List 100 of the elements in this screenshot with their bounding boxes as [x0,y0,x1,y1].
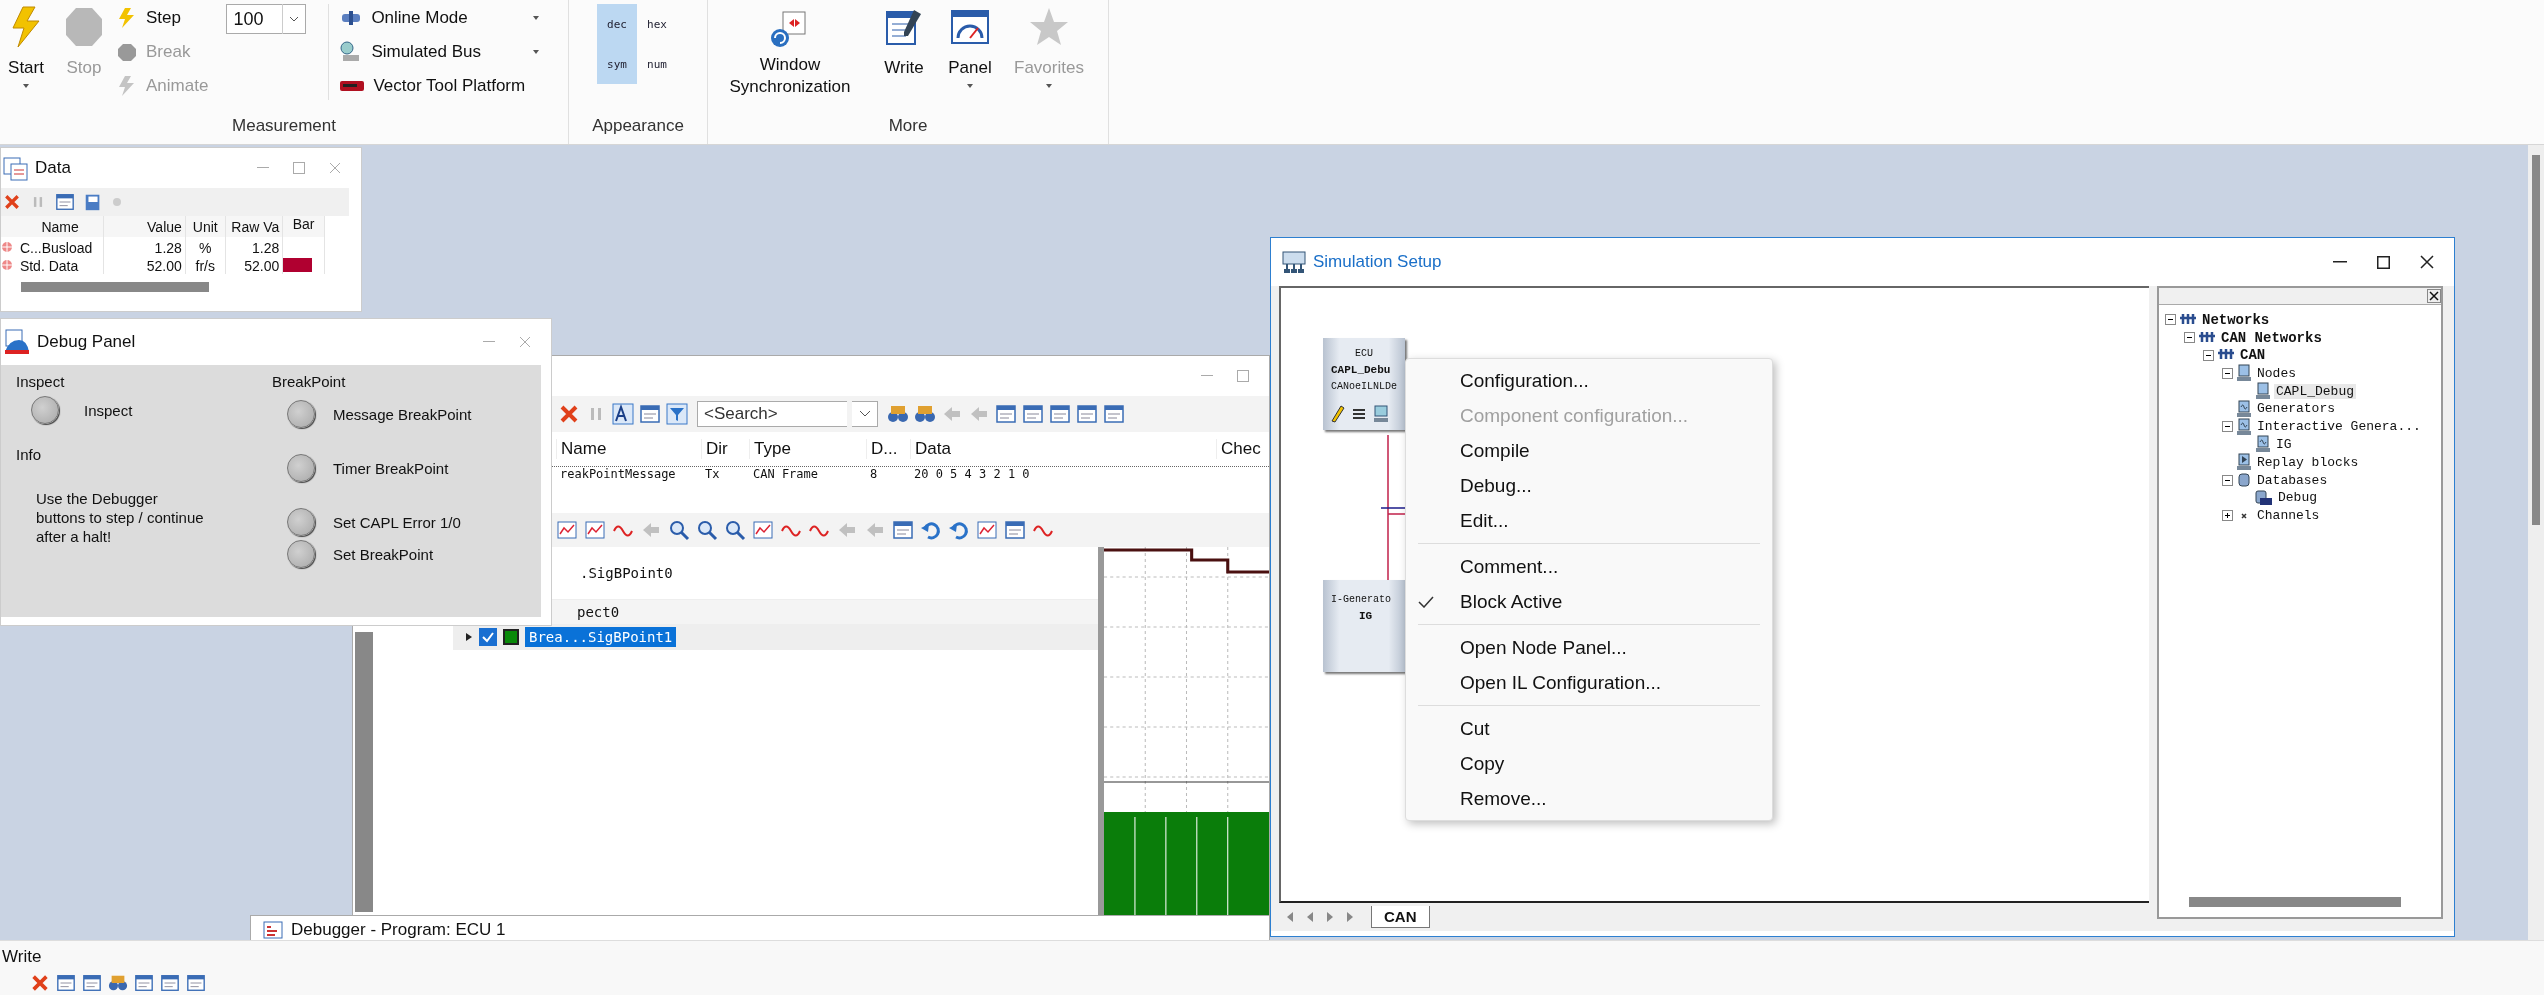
nav-arrow-icon[interactable] [1305,911,1315,923]
format-toggle[interactable]: sym [597,44,637,84]
chart-icon[interactable] [752,519,774,541]
menu-item[interactable]: Open Node Panel... [1406,630,1772,665]
round-button[interactable] [287,540,315,568]
window-icon[interactable] [892,519,914,541]
window-icon[interactable] [995,403,1017,425]
format-toggle[interactable]: num [637,44,677,84]
chart-icon[interactable] [976,519,998,541]
window-icon[interactable] [1022,403,1044,425]
window-icon[interactable] [186,973,206,993]
column-header[interactable]: Name [556,439,701,459]
tree-item[interactable]: CAN Networks [2219,329,2324,346]
search-field[interactable]: <Search> [697,401,847,427]
binoculars-icon[interactable] [108,973,128,993]
column-header[interactable]: Type [749,439,866,459]
expander-icon[interactable] [2184,332,2195,344]
window-icon[interactable] [56,973,76,993]
column-header[interactable]: D... [866,439,910,459]
window-icon [3,155,29,181]
scrollbar[interactable] [2528,145,2544,940]
column-header[interactable]: Data [910,439,1216,459]
speed-combo[interactable]: 100 [226,4,307,34]
tree-item[interactable]: Replay blocks [2255,454,2361,470]
chart-icon[interactable] [584,519,606,541]
signal-label[interactable]: .SigBPoint0 [576,563,677,583]
menu-item[interactable]: Comment... [1406,549,1772,584]
ribbon-button[interactable]: Start [0,4,52,90]
menu-item[interactable]: Compile [1406,433,1772,468]
node-block[interactable]: ECU CAPL_Debu CANoeILNLDe [1323,338,1405,430]
round-button[interactable] [287,508,315,536]
menu-item[interactable]: Cut [1406,711,1772,746]
menu-item[interactable]: Debug... [1406,468,1772,503]
nav-arrow-icon[interactable] [1285,911,1295,923]
menu-item[interactable]: Edit... [1406,503,1772,538]
tree-item[interactable]: Networks [2200,311,2272,328]
tree-item[interactable]: CAN [2238,347,2268,364]
column-header[interactable]: Chec [1216,439,1266,459]
round-button[interactable] [287,400,315,428]
window-icon[interactable] [55,192,75,212]
format-toggle[interactable]: dec [597,4,637,44]
tree-item[interactable]: IG [2274,436,2294,452]
round-button[interactable] [31,396,59,424]
window-icon[interactable] [1076,403,1098,425]
signal-label[interactable]: pect0 [573,602,624,622]
checkbox[interactable] [479,628,497,646]
window-icon[interactable] [1103,403,1125,425]
text-icon[interactable] [612,403,634,425]
menu-item[interactable]: Configuration... [1406,363,1772,398]
round-button[interactable] [287,454,315,482]
binoculars-icon[interactable] [887,403,909,425]
generator-block[interactable]: I-Generato IG [1323,580,1405,672]
computer-icon [2255,382,2271,401]
tree-item[interactable]: CAPL_Debug [2274,383,2356,399]
ribbon-button[interactable]: Write [878,4,930,80]
ribbon-button[interactable]: Online Mode [339,4,540,32]
tree-item[interactable]: Interactive Genera... [2255,419,2423,435]
tree-item[interactable]: Nodes [2255,365,2298,381]
expander-icon[interactable] [2165,314,2176,326]
format-toggle[interactable]: hex [637,4,677,44]
tree-item[interactable]: Channels [2255,508,2322,524]
expander-icon[interactable] [2203,350,2214,361]
funnel-icon[interactable] [666,403,688,425]
stop-icon [116,41,138,63]
window-icon[interactable] [134,973,154,993]
ribbon-button[interactable]: Simulated Bus [339,38,540,66]
tree-item[interactable]: Debug [2276,490,2319,506]
menu-item[interactable]: Open IL Configuration... [1406,665,1772,700]
menu-item[interactable]: Remove... [1406,781,1772,816]
expander-icon[interactable] [2222,474,2233,486]
ribbon-button[interactable]: Vector Tool Platform [339,72,540,100]
close-icon[interactable] [2427,289,2441,303]
scrollbar[interactable] [21,282,209,292]
window-icon[interactable] [1049,403,1071,425]
ribbon-button[interactable]: Panel [944,4,996,90]
column-header[interactable]: Dir [701,439,749,459]
scrollbar[interactable] [2189,897,2401,907]
expander-icon[interactable] [2222,367,2233,379]
ribbon-button[interactable]: Window Synchronization [716,4,864,100]
expander-icon[interactable] [2222,421,2233,433]
menu-item[interactable]: Copy [1406,746,1772,781]
window-icon[interactable] [160,973,180,993]
nav-arrow-icon[interactable] [1345,911,1355,923]
dot-icon[interactable] [111,196,123,208]
ribbon-button[interactable]: Step [116,4,209,32]
minimize-icon [2333,261,2347,263]
tree-item[interactable]: Databases [2255,472,2330,488]
info-text: Use the Debugger buttons to step / continue after a halt! [36,489,205,546]
tree-item[interactable]: Generators [2255,401,2337,417]
expander-icon[interactable] [2222,510,2233,522]
menu-item[interactable]: Block Active [1406,584,1772,619]
sheet-tab[interactable]: CAN [1371,906,1430,928]
window-icon[interactable] [639,403,661,425]
binoculars-icon[interactable] [914,403,936,425]
chart-icon[interactable] [556,519,578,541]
window-icon[interactable] [82,973,102,993]
signal-label[interactable]: Brea...SigBPoint1 [525,627,677,647]
nav-arrow-icon[interactable] [1325,911,1335,923]
window-icon[interactable] [1004,519,1026,541]
stop-icon [64,6,104,48]
